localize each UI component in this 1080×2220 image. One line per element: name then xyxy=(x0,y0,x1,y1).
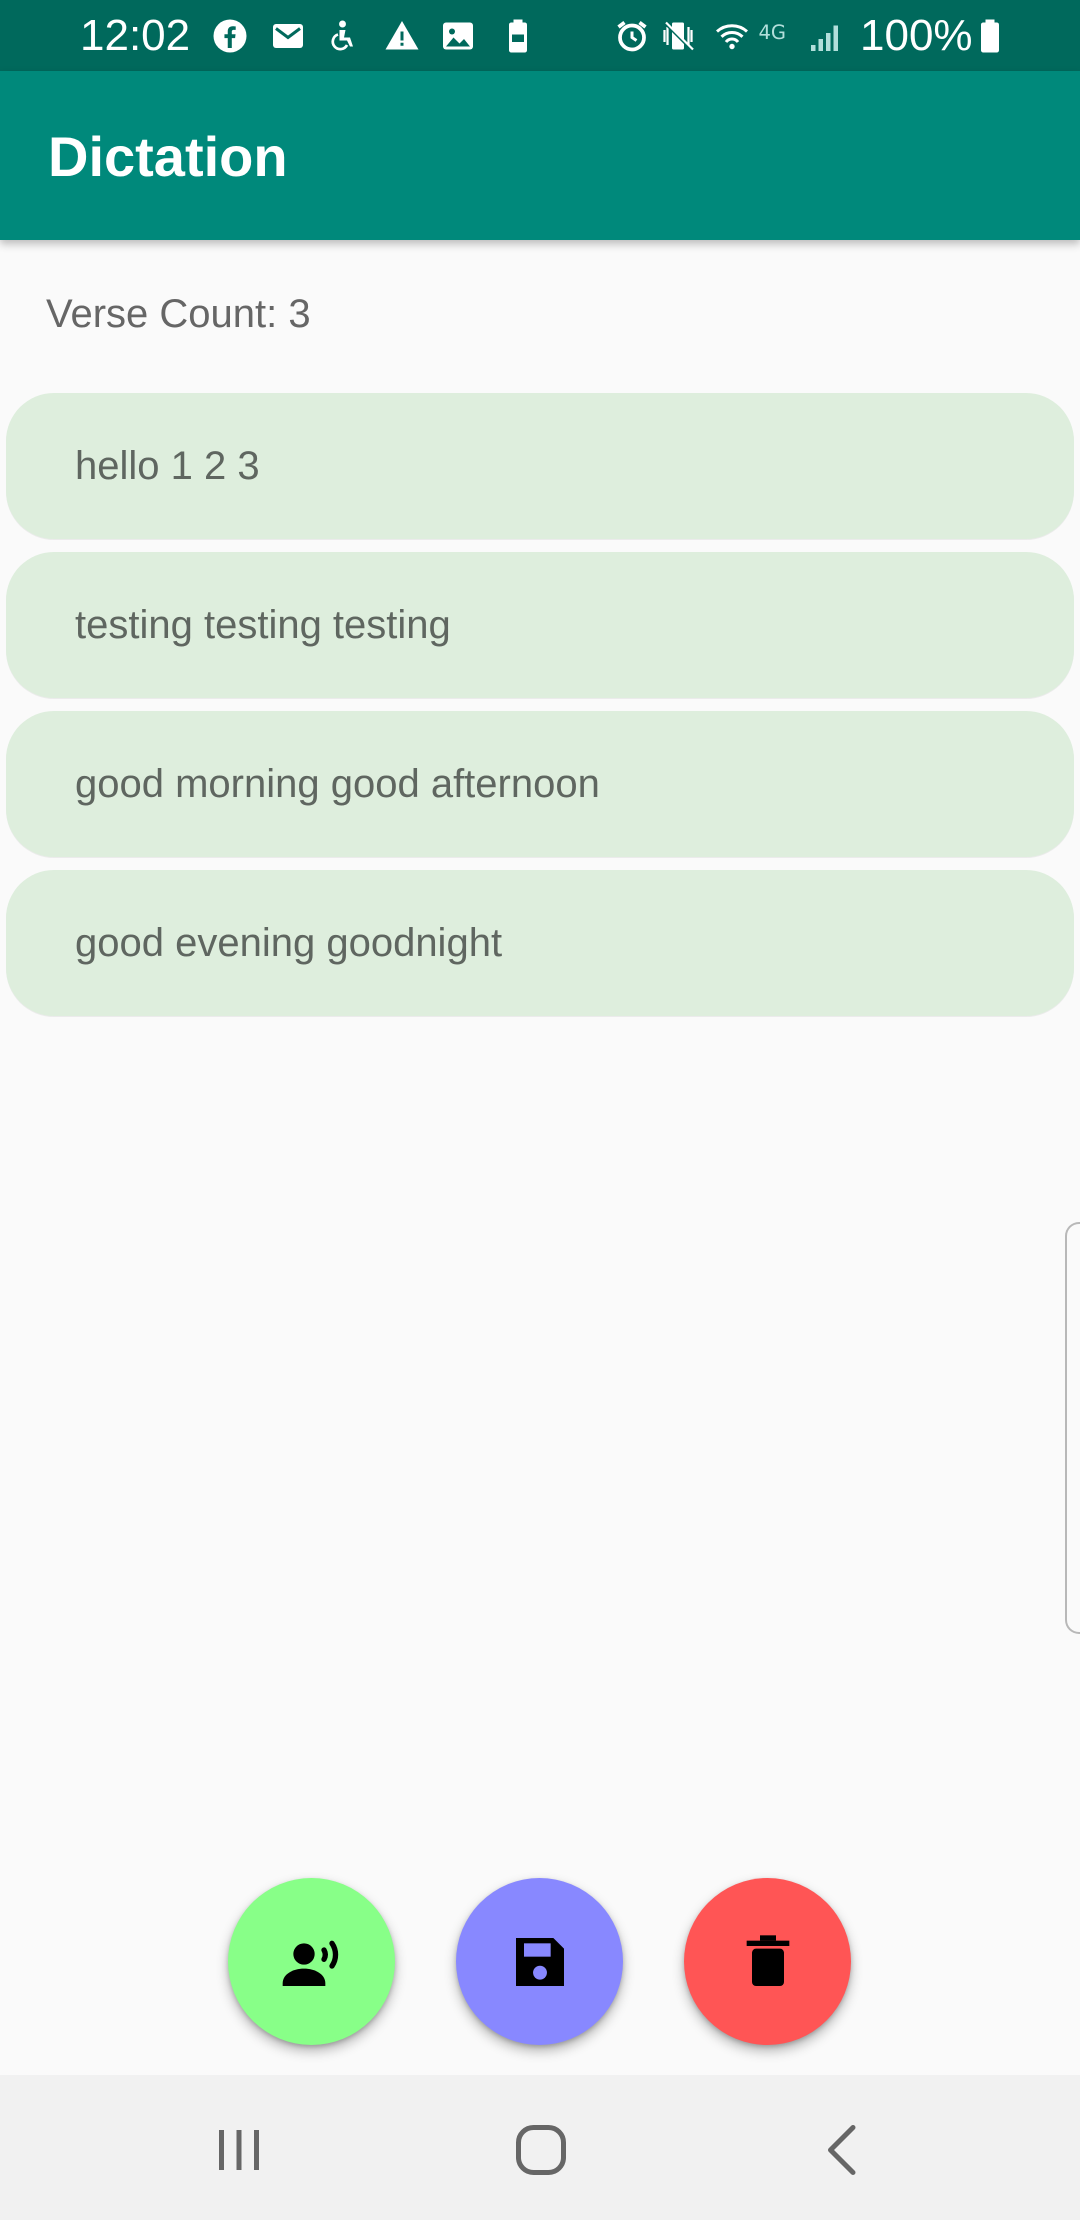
save-icon xyxy=(508,1930,572,1994)
app-bar: Dictation xyxy=(0,71,1080,240)
wifi-icon xyxy=(714,18,750,54)
recents-button[interactable] xyxy=(194,2105,284,2195)
verse-text: hello 1 2 3 xyxy=(75,444,260,488)
network-type: 4G xyxy=(759,21,787,44)
save-button[interactable] xyxy=(456,1878,623,2045)
navigation-bar xyxy=(0,2075,1080,2220)
delete-button[interactable] xyxy=(684,1878,851,2045)
status-bar: 12:02 4G 100% xyxy=(0,0,1080,71)
speak-button[interactable] xyxy=(228,1878,395,2045)
vibrate-icon xyxy=(660,18,696,54)
facebook-icon xyxy=(212,18,248,54)
status-time: 12:02 xyxy=(80,11,191,60)
verse-item[interactable]: good evening goodnight xyxy=(6,870,1074,1016)
edge-panel-handle[interactable] xyxy=(1065,1222,1080,1634)
verse-count-label: Verse Count: 3 xyxy=(46,292,311,336)
signal-icon xyxy=(808,18,844,54)
battery-saver-icon xyxy=(500,18,536,54)
verse-list: hello 1 2 3 testing testing testing good… xyxy=(6,393,1074,1029)
alarm-icon xyxy=(614,18,650,54)
home-button[interactable] xyxy=(496,2105,586,2195)
back-icon xyxy=(813,2120,873,2180)
home-icon xyxy=(511,2120,571,2180)
verse-text: testing testing testing xyxy=(75,603,451,647)
warning-icon xyxy=(384,18,420,54)
battery-percentage: 100% xyxy=(860,11,973,60)
battery-icon xyxy=(972,18,1008,54)
screen: 12:02 4G 100% Dictation Verse Count: 3 h… xyxy=(0,0,1080,2220)
network-4g-icon: 4G xyxy=(758,18,804,54)
record-voice-icon xyxy=(280,1930,344,1994)
verse-text: good evening goodnight xyxy=(75,921,503,965)
verse-item[interactable]: good morning good afternoon xyxy=(6,711,1074,857)
delete-icon xyxy=(736,1930,800,1994)
verse-item[interactable]: testing testing testing xyxy=(6,552,1074,698)
image-icon xyxy=(440,18,476,54)
accessibility-icon xyxy=(326,18,362,54)
verse-text: good morning good afternoon xyxy=(75,762,600,806)
gmail-icon xyxy=(270,18,306,54)
app-title: Dictation xyxy=(48,125,288,188)
back-button[interactable] xyxy=(798,2105,888,2195)
recents-icon xyxy=(209,2120,269,2180)
verse-item[interactable]: hello 1 2 3 xyxy=(6,393,1074,539)
